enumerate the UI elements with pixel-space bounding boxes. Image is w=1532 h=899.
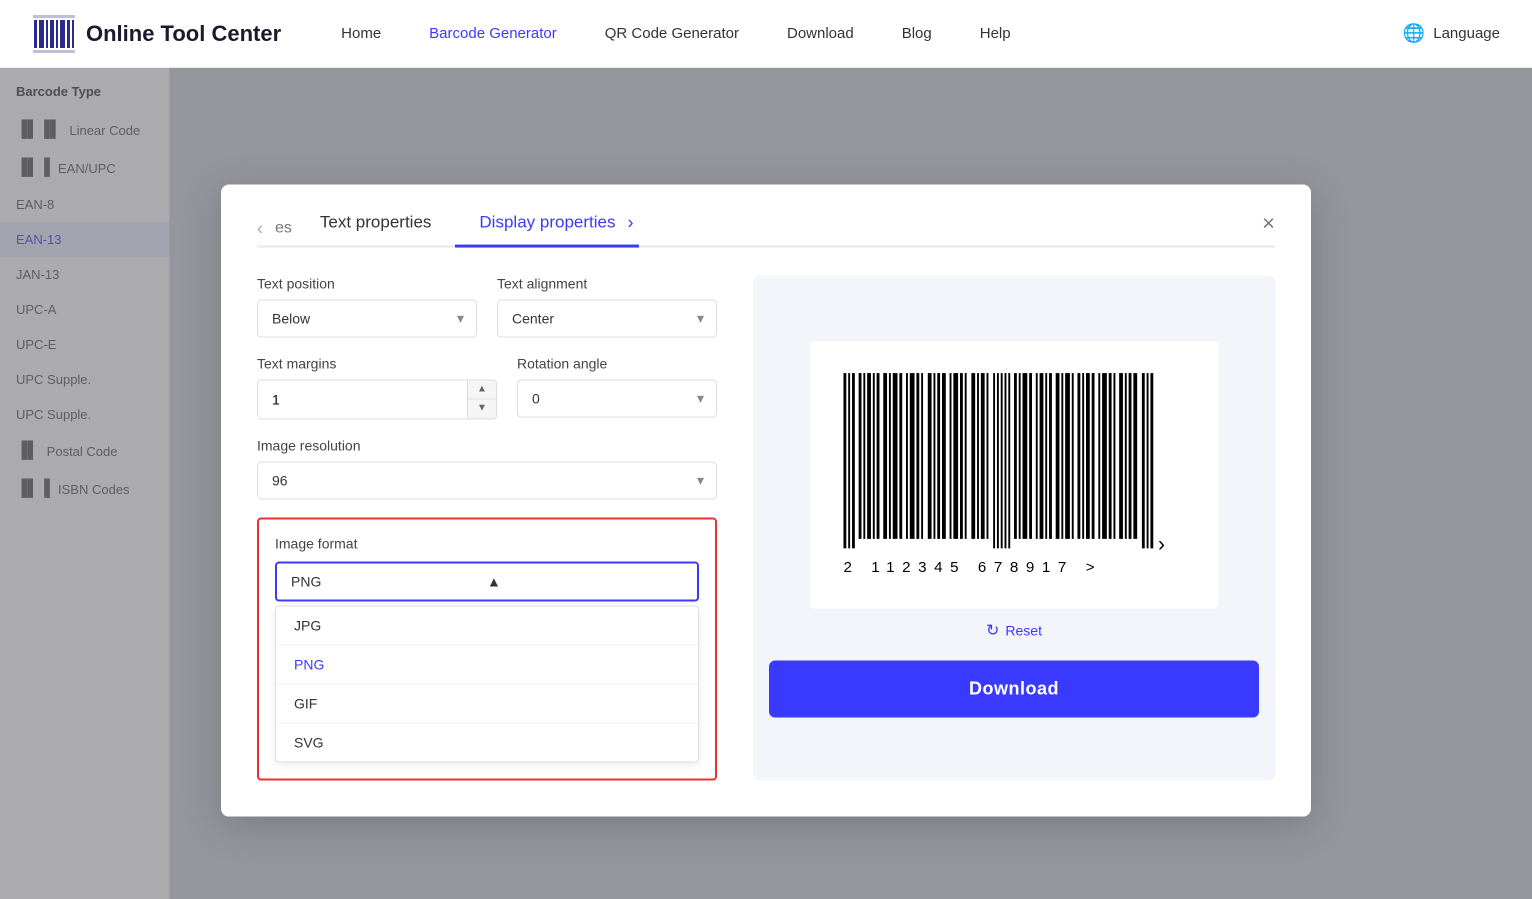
nav-blog[interactable]: Blog — [902, 25, 932, 42]
format-option-png[interactable]: PNG — [276, 644, 698, 683]
language-label: Language — [1433, 25, 1500, 42]
svg-text:2 112345 678917 >: 2 112345 678917 > — [843, 559, 1102, 576]
text-position-group: Text position Above Below None ▾ — [257, 275, 477, 337]
form-row-1: Text position Above Below None ▾ Text al… — [257, 275, 717, 337]
stepper-down-button[interactable]: ▼ — [468, 399, 496, 418]
text-alignment-label: Text alignment — [497, 275, 717, 291]
rotation-angle-label: Rotation angle — [517, 355, 717, 371]
text-alignment-group: Text alignment Left Center Right ▾ — [497, 275, 717, 337]
text-margins-input[interactable] — [258, 380, 467, 418]
rotation-angle-group: Rotation angle 0 90 180 270 ▾ — [517, 355, 717, 419]
svg-text:›: › — [1158, 533, 1165, 556]
tab-prev-label: es — [275, 220, 292, 238]
image-resolution-select-wrapper[interactable]: 72 96 150 300 ▾ — [257, 461, 717, 499]
rotation-angle-select-wrapper[interactable]: 0 90 180 270 ▾ — [517, 379, 717, 417]
brand: Online Tool Center — [32, 12, 281, 56]
text-position-label: Text position — [257, 275, 477, 291]
rotation-angle-select[interactable]: 0 90 180 270 — [518, 380, 716, 416]
nav-home[interactable]: Home — [341, 25, 381, 42]
tab-text-properties[interactable]: Text properties — [296, 212, 456, 247]
tab-display-properties[interactable]: Display properties — [455, 212, 639, 247]
format-option-svg[interactable]: SVG — [276, 722, 698, 761]
globe-icon: 🌐 — [1403, 23, 1425, 44]
text-alignment-select-wrapper[interactable]: Left Center Right ▾ — [497, 299, 717, 337]
navbar: Online Tool Center Home Barcode Generato… — [0, 0, 1532, 68]
modal-tabs: ‹ es Text properties Display properties … — [257, 212, 1275, 247]
image-format-selected-value: PNG — [291, 573, 487, 589]
barcode-preview-panel: › 2 112345 678917 > ↻ Reset Download — [753, 275, 1275, 780]
modal-body: Text position Above Below None ▾ Text al… — [257, 275, 1275, 780]
nav-barcode-generator[interactable]: Barcode Generator — [429, 25, 557, 42]
format-option-jpg[interactable]: JPG — [276, 606, 698, 644]
tab-next-arrow[interactable]: › — [627, 212, 633, 233]
chevron-up-icon: ▲ — [487, 573, 683, 589]
text-position-select[interactable]: Above Below None — [258, 300, 476, 336]
image-format-dropdown: JPG PNG GIF SVG — [275, 605, 699, 762]
text-margins-stepper[interactable]: ▲ ▼ — [257, 379, 497, 419]
tab-prev-arrow[interactable]: ‹ — [257, 218, 263, 239]
nav-download[interactable]: Download — [787, 25, 854, 42]
text-margins-group: Text margins ▲ ▼ — [257, 355, 497, 419]
image-format-label: Image format — [275, 535, 699, 551]
nav-links: Home Barcode Generator QR Code Generator… — [341, 25, 1403, 43]
brand-name: Online Tool Center — [86, 21, 281, 47]
image-resolution-select[interactable]: 72 96 150 300 — [258, 462, 716, 498]
barcode-image: › 2 112345 678917 > — [834, 358, 1194, 588]
image-format-select[interactable]: PNG ▲ — [275, 561, 699, 601]
nav-qr-generator[interactable]: QR Code Generator — [605, 25, 739, 42]
reset-button[interactable]: ↻ Reset — [986, 621, 1042, 641]
form-row-2: Text margins ▲ ▼ Rotation angle 0 — [257, 355, 717, 419]
text-position-select-wrapper[interactable]: Above Below None ▾ — [257, 299, 477, 337]
stepper-up-button[interactable]: ▲ — [468, 380, 496, 399]
image-resolution-group: Image resolution 72 96 150 300 ▾ — [257, 437, 717, 499]
image-resolution-label: Image resolution — [257, 437, 717, 453]
reset-label: Reset — [1005, 623, 1042, 639]
form-row-3: Image resolution 72 96 150 300 ▾ — [257, 437, 717, 499]
modal-close-button[interactable]: × — [1262, 213, 1275, 235]
nav-language[interactable]: 🌐 Language — [1403, 23, 1500, 44]
image-format-section: Image format PNG ▲ JPG PNG GIF SVG — [257, 517, 717, 780]
nav-help[interactable]: Help — [980, 25, 1011, 42]
text-margins-label: Text margins — [257, 355, 497, 371]
format-option-gif[interactable]: GIF — [276, 683, 698, 722]
stepper-buttons: ▲ ▼ — [467, 380, 496, 418]
modal-form: Text position Above Below None ▾ Text al… — [257, 275, 717, 780]
download-button[interactable]: Download — [769, 661, 1259, 718]
brand-logo — [32, 12, 76, 56]
reset-icon: ↻ — [986, 621, 999, 641]
modal-dialog: ‹ es Text properties Display properties … — [221, 184, 1311, 816]
barcode-display: › 2 112345 678917 > — [810, 342, 1218, 609]
text-alignment-select[interactable]: Left Center Right — [498, 300, 716, 336]
